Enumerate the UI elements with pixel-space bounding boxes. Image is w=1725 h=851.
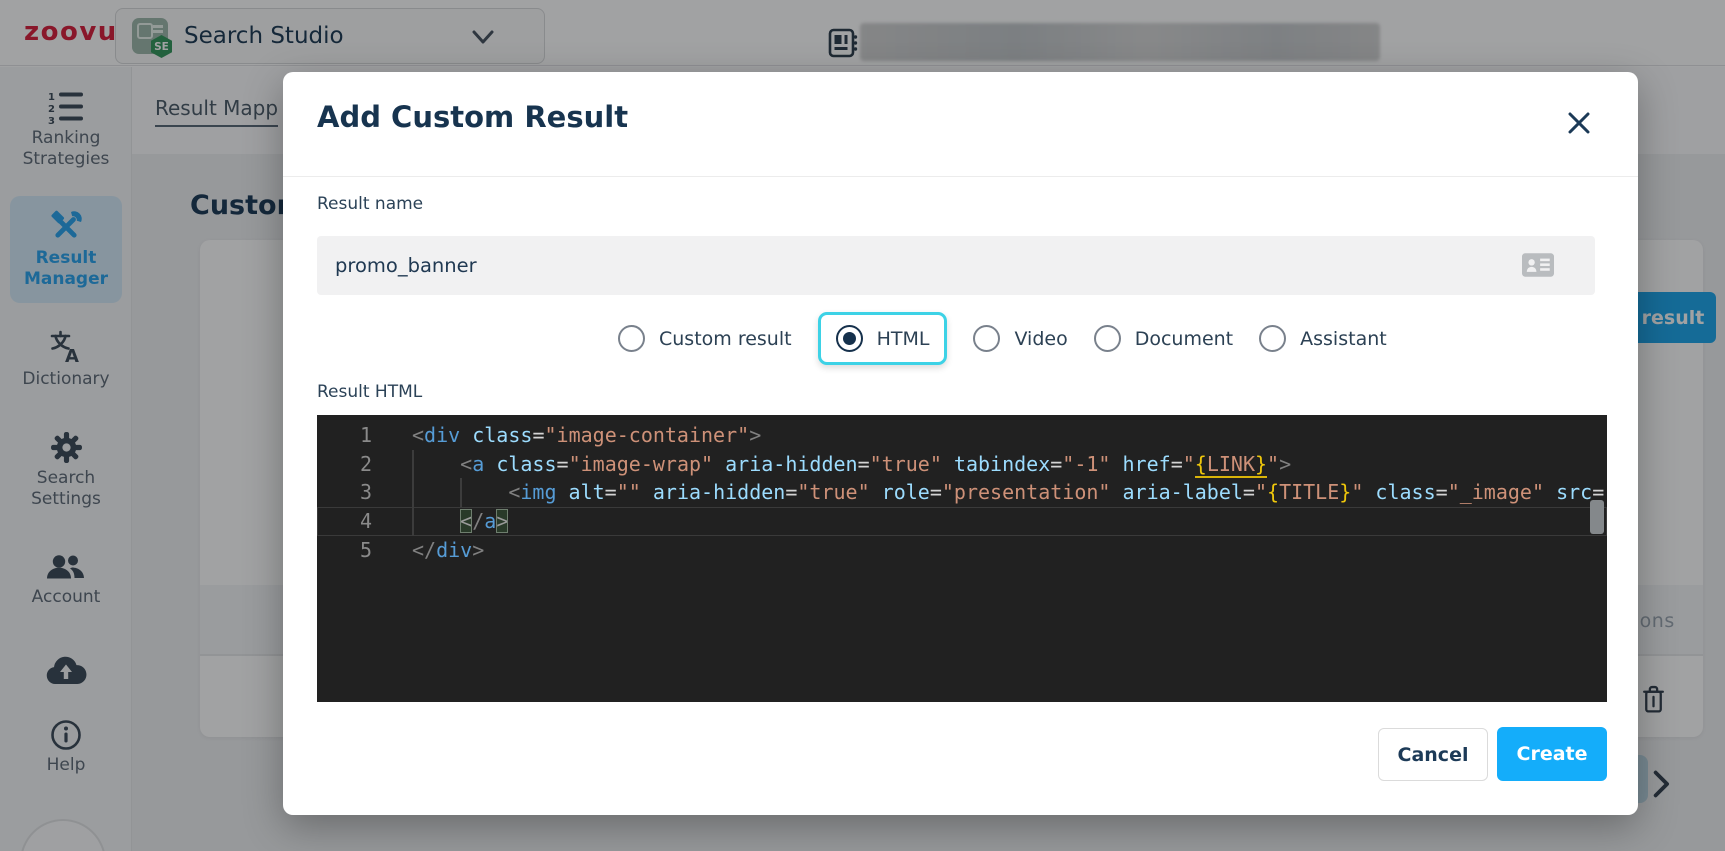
code-text: <img alt="" aria-hidden="true" role="pre… (412, 478, 1607, 507)
radio-video[interactable]: Video (973, 325, 1067, 352)
line-number: 3 (317, 478, 372, 507)
code-line[interactable]: 3 <img alt="" aria-hidden="true" role="p… (317, 478, 1607, 507)
radio-assistant[interactable]: Assistant (1259, 325, 1387, 352)
code-text: </a> (412, 507, 508, 536)
radio-html[interactable]: HTML (818, 312, 948, 365)
result-name-label: Result name (317, 194, 423, 214)
cancel-button[interactable]: Cancel (1378, 728, 1488, 781)
radio-document[interactable]: Document (1094, 325, 1233, 352)
code-line[interactable]: 1 <div class="image-container"> (317, 421, 1607, 450)
screen: zoovu SE Search Studio (0, 0, 1725, 851)
contact-card-icon (1522, 253, 1554, 281)
radio-circle[interactable] (973, 325, 1000, 352)
modal-title: Add Custom Result (317, 100, 628, 134)
code-line[interactable]: 2 <a class="image-wrap" aria-hidden="tru… (317, 450, 1607, 479)
result-type-radio-group: Custom result HTML Video Document Assist… (600, 309, 1387, 368)
radio-circle[interactable] (618, 325, 645, 352)
indent-guide (412, 450, 414, 536)
code-text: <a class="image-wrap" aria-hidden="true"… (412, 450, 1291, 479)
code-line[interactable]: 4 </a> (317, 507, 1607, 536)
radio-circle-selected[interactable] (836, 325, 863, 352)
line-number: 4 (317, 507, 372, 536)
result-html-label: Result HTML (317, 382, 422, 402)
modal-header-divider (283, 176, 1638, 177)
code-text: </div> (412, 536, 484, 565)
create-button[interactable]: Create (1497, 727, 1607, 781)
indent-guide (460, 478, 462, 507)
result-name-input[interactable] (317, 236, 1595, 295)
close-icon[interactable] (1560, 104, 1598, 142)
radio-custom-result[interactable]: Custom result (618, 325, 792, 352)
radio-circle[interactable] (1259, 325, 1286, 352)
radio-circle[interactable] (1094, 325, 1121, 352)
code-text: <div class="image-container"> (412, 421, 761, 450)
code-editor[interactable]: 1<div class="image-container">2 <a class… (317, 415, 1607, 702)
code-editor-lines: 1<div class="image-container">2 <a class… (317, 415, 1607, 564)
add-custom-result-modal: Add Custom Result Result name Custom res… (283, 72, 1638, 815)
code-line[interactable]: 5 </div> (317, 536, 1607, 565)
line-number: 1 (317, 421, 372, 450)
line-number: 2 (317, 450, 372, 479)
editor-scrollbar-thumb[interactable] (1590, 500, 1604, 534)
line-number: 5 (317, 536, 372, 565)
